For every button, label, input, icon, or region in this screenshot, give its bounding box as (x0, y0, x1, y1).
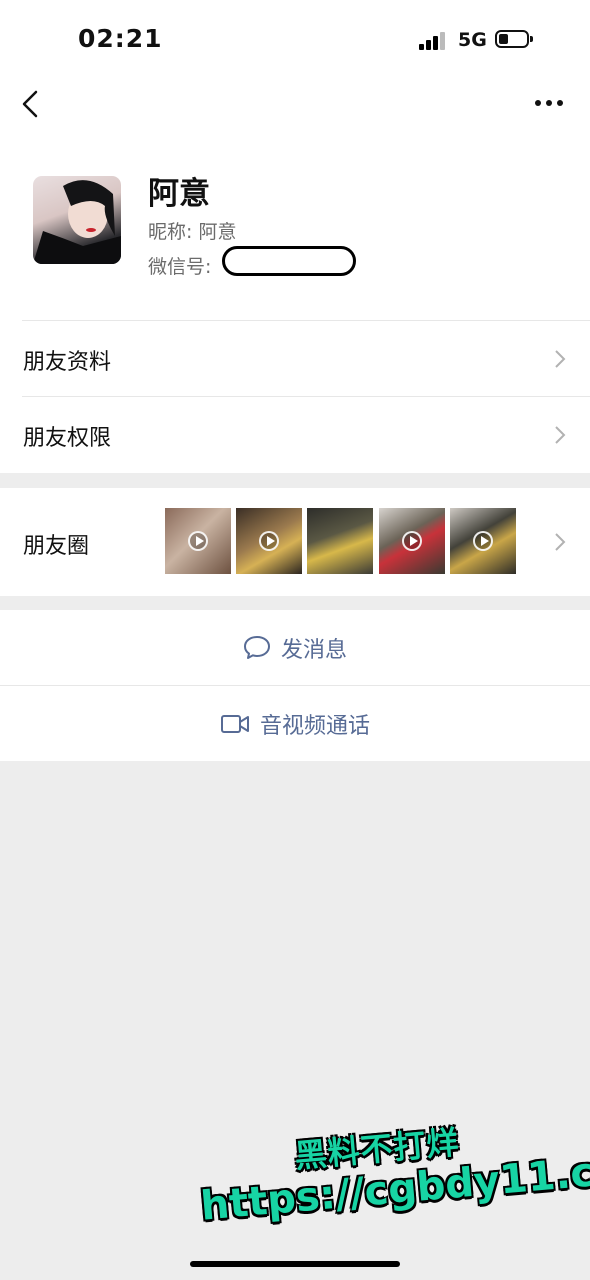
video-call-button[interactable]: 音视频通话 (0, 686, 590, 761)
row-friend-info-label: 朋友资料 (23, 350, 112, 375)
home-indicator[interactable] (190, 1261, 400, 1267)
moments-thumbnail[interactable] (307, 508, 373, 574)
moments-thumbnail[interactable] (450, 508, 516, 574)
profile-wechat-id-label: 微信号: (148, 256, 212, 278)
battery-icon (495, 30, 533, 48)
status-bar: 02:21 5G (0, 0, 590, 80)
play-icon (402, 531, 422, 551)
send-message-button[interactable]: 发消息 (0, 610, 590, 685)
row-moments[interactable]: 朋友圈 (0, 488, 590, 596)
play-icon (188, 531, 208, 551)
play-icon (259, 531, 279, 551)
signal-icon (419, 30, 449, 50)
chevron-right-icon (555, 350, 566, 368)
network-label: 5G (458, 29, 487, 51)
moments-thumbnail[interactable] (379, 508, 445, 574)
row-friend-info[interactable]: 朋友资料 (0, 321, 590, 396)
moments-thumbnail[interactable] (236, 508, 302, 574)
watermark-overlay: 黑料不打烊 https://cgbdy11.com (195, 1100, 590, 1230)
play-icon (473, 531, 493, 551)
video-camera-icon (220, 714, 249, 733)
send-message-label: 发消息 (280, 637, 347, 663)
back-arrow-icon[interactable] (18, 86, 48, 122)
redaction-mark (222, 246, 356, 276)
row-moments-label: 朋友圈 (23, 534, 90, 559)
video-call-label: 音视频通话 (259, 713, 370, 739)
nav-bar (0, 80, 590, 130)
chevron-right-icon (555, 426, 566, 444)
more-dots-icon[interactable] (534, 94, 564, 110)
chevron-right-icon (555, 533, 566, 551)
profile-name: 阿意 (148, 176, 210, 212)
avatar[interactable] (33, 176, 121, 264)
status-time: 02:21 (78, 24, 163, 53)
profile-nickname: 昵称: 阿意 (148, 221, 237, 243)
row-friend-permissions-label: 朋友权限 (23, 426, 112, 451)
row-friend-permissions[interactable]: 朋友权限 (0, 397, 590, 473)
moments-thumbnail[interactable] (165, 508, 231, 574)
action-panel: 发消息 音视频通话 (0, 610, 590, 761)
chat-bubble-icon (243, 635, 270, 659)
avatar-image (33, 180, 121, 264)
